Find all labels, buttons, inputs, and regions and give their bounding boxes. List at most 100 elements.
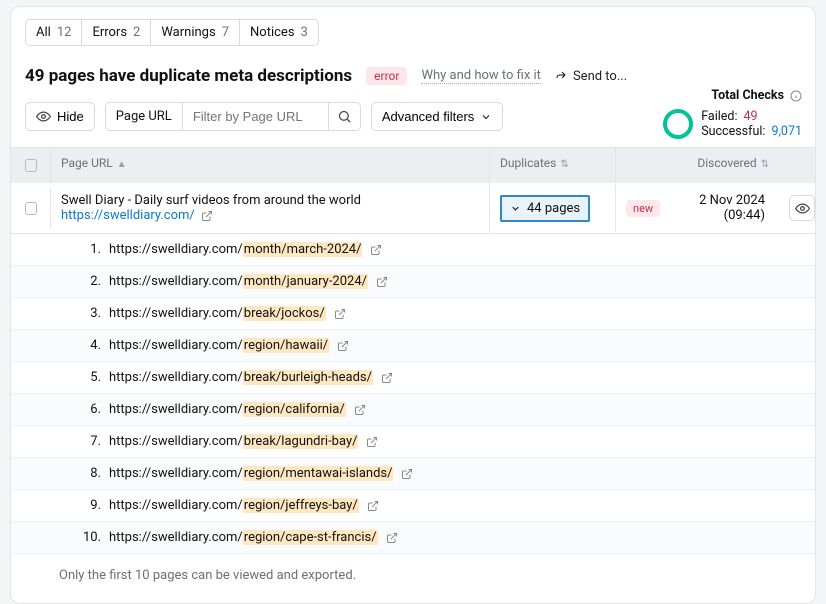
advanced-filters-button[interactable]: Advanced filters <box>371 102 504 131</box>
list-index: 4. <box>83 338 101 353</box>
send-to-label: Send to... <box>573 69 627 84</box>
eye-icon <box>795 201 810 216</box>
results-table: Page URL▲ Duplicates⇅ Discovered⇅ Swell … <box>11 147 815 595</box>
page-title: 49 pages have duplicate meta description… <box>25 66 352 86</box>
list-index: 3. <box>83 306 101 321</box>
url-highlight: month/january-2024/ <box>243 274 368 289</box>
tab-notices[interactable]: Notices 3 <box>239 19 319 46</box>
external-link-icon[interactable] <box>354 404 366 416</box>
duplicate-url-link[interactable]: https://swelldiary.com/break/jockos/ <box>109 306 326 321</box>
duplicate-url-link[interactable]: https://swelldiary.com/month/march-2024/ <box>109 242 362 257</box>
list-limit-note: Only the first 10 pages can be viewed an… <box>11 554 815 595</box>
external-link-icon[interactable] <box>381 372 393 384</box>
duplicate-url-link[interactable]: https://swelldiary.com/break/burleigh-he… <box>109 370 373 385</box>
external-link-icon[interactable] <box>366 436 378 448</box>
list-index: 5. <box>83 370 101 385</box>
duplicate-url-link[interactable]: https://swelldiary.com/region/mentawai-i… <box>109 466 393 481</box>
external-link-icon <box>201 210 213 222</box>
list-item: 3. https://swelldiary.com/break/jockos/ <box>11 298 815 330</box>
col-header-duplicates[interactable]: Duplicates⇅ <box>490 148 616 183</box>
table-header: Page URL▲ Duplicates⇅ Discovered⇅ <box>11 148 815 183</box>
list-item: 6.https://swelldiary.com/region/californ… <box>11 394 815 426</box>
duplicate-url-link[interactable]: https://swelldiary.com/region/hawaii/ <box>109 338 329 353</box>
duplicate-url-link[interactable]: https://swelldiary.com/region/california… <box>109 402 346 417</box>
donut-chart-icon <box>663 109 693 139</box>
row-checkbox[interactable] <box>25 202 37 215</box>
select-all-checkbox[interactable] <box>25 159 37 172</box>
url-highlight: region/jeffreys-bay/ <box>243 498 359 513</box>
sort-icon: ⇅ <box>761 159 769 170</box>
tab-label: Notices <box>250 25 295 40</box>
discovered-date: 2 Nov 2024 (09:44) <box>670 193 765 223</box>
list-index: 8. <box>83 466 101 481</box>
filter-tabs: All 12 Errors 2 Warnings 7 Notices 3 <box>25 19 801 46</box>
hide-button[interactable]: Hide <box>25 102 95 131</box>
url-highlight: break/lagundri-bay/ <box>243 434 359 449</box>
share-arrow-icon <box>555 70 567 82</box>
tab-count: 12 <box>57 25 72 40</box>
preview-button[interactable] <box>789 195 815 221</box>
tab-label: Errors <box>92 25 127 40</box>
url-highlight: break/jockos/ <box>243 306 326 321</box>
url-highlight: break/burleigh-heads/ <box>243 370 373 385</box>
list-index: 7. <box>83 434 101 449</box>
chevron-down-icon <box>480 111 492 123</box>
list-item: 2. https://swelldiary.com/month/january-2… <box>11 266 815 298</box>
sort-asc-icon: ▲ <box>117 159 127 170</box>
issue-card: All 12 Errors 2 Warnings 7 Notices 3 49 … <box>10 6 816 604</box>
url-filter-group: Page URL <box>105 102 361 131</box>
url-filter-input[interactable] <box>183 103 328 130</box>
tab-count: 2 <box>133 25 140 40</box>
total-checks-label: Total Checks <box>711 88 784 103</box>
url-highlight: region/mentawai-islands/ <box>243 466 394 481</box>
sort-icon: ⇅ <box>560 159 568 170</box>
col-header-discovered[interactable]: Discovered⇅ <box>616 148 779 183</box>
tab-label: Warnings <box>161 25 215 40</box>
advanced-filters-label: Advanced filters <box>382 109 475 124</box>
external-link-icon[interactable] <box>367 500 379 512</box>
external-link-icon[interactable] <box>370 244 382 256</box>
list-item: 1. https://swelldiary.com/month/march-202… <box>11 234 815 266</box>
list-item: 7. https://swelldiary.com/break/lagundri-… <box>11 426 815 458</box>
search-button[interactable] <box>328 103 360 130</box>
list-item: 8. https://swelldiary.com/region/mentawai… <box>11 458 815 490</box>
external-link-icon[interactable] <box>401 468 413 480</box>
external-link-icon[interactable] <box>334 308 346 320</box>
tab-all[interactable]: All 12 <box>25 19 82 46</box>
failed-label: Failed: <box>701 109 737 124</box>
duplicate-url-link[interactable]: https://swelldiary.com/region/cape-st-fr… <box>109 530 378 545</box>
how-to-fix-link[interactable]: Why and how to fix it <box>421 68 541 84</box>
info-icon[interactable] <box>790 90 802 102</box>
success-value: 9,071 <box>771 124 802 139</box>
send-to-button[interactable]: Send to... <box>555 69 627 84</box>
duplicate-url-link[interactable]: https://swelldiary.com/break/lagundri-ba… <box>109 434 358 449</box>
external-link-icon[interactable] <box>337 340 349 352</box>
duplicate-list: 1. https://swelldiary.com/month/march-202… <box>11 234 815 554</box>
external-link-icon[interactable] <box>386 532 398 544</box>
tab-errors[interactable]: Errors 2 <box>81 19 151 46</box>
list-index: 1. <box>83 242 101 257</box>
total-checks-panel: Total Checks Failed: 49 Successful: 9,07… <box>663 88 802 139</box>
duplicate-url-link[interactable]: https://swelldiary.com/region/jeffreys-b… <box>109 498 359 513</box>
url-highlight: region/hawaii/ <box>243 338 329 353</box>
list-index: 10. <box>83 530 101 545</box>
duplicates-expand-button[interactable]: 44 pages <box>500 195 590 222</box>
tab-count: 7 <box>222 25 229 40</box>
list-index: 2. <box>83 274 101 289</box>
list-item: 10. https://swelldiary.com/region/cape-st… <box>11 522 815 554</box>
tab-warnings[interactable]: Warnings 7 <box>150 19 240 46</box>
page-url-link[interactable]: https://swelldiary.com/ <box>61 208 213 223</box>
new-badge: new <box>626 200 660 217</box>
severity-badge: error <box>366 67 407 85</box>
list-item: 9.https://swelldiary.com/region/jeffreys… <box>11 490 815 522</box>
success-label: Successful: <box>701 124 765 139</box>
page-title-cell: Swell Diary - Daily surf videos from aro… <box>61 193 479 208</box>
col-header-url[interactable]: Page URL▲ <box>51 148 490 183</box>
title-bar: 49 pages have duplicate meta description… <box>25 66 801 86</box>
eye-icon <box>36 109 51 124</box>
duplicate-url-link[interactable]: https://swelldiary.com/month/january-202… <box>109 274 368 289</box>
table-row: Swell Diary - Daily surf videos from aro… <box>11 183 815 234</box>
search-icon <box>337 109 352 124</box>
url-highlight: month/march-2024/ <box>243 242 363 257</box>
external-link-icon[interactable] <box>376 276 388 288</box>
